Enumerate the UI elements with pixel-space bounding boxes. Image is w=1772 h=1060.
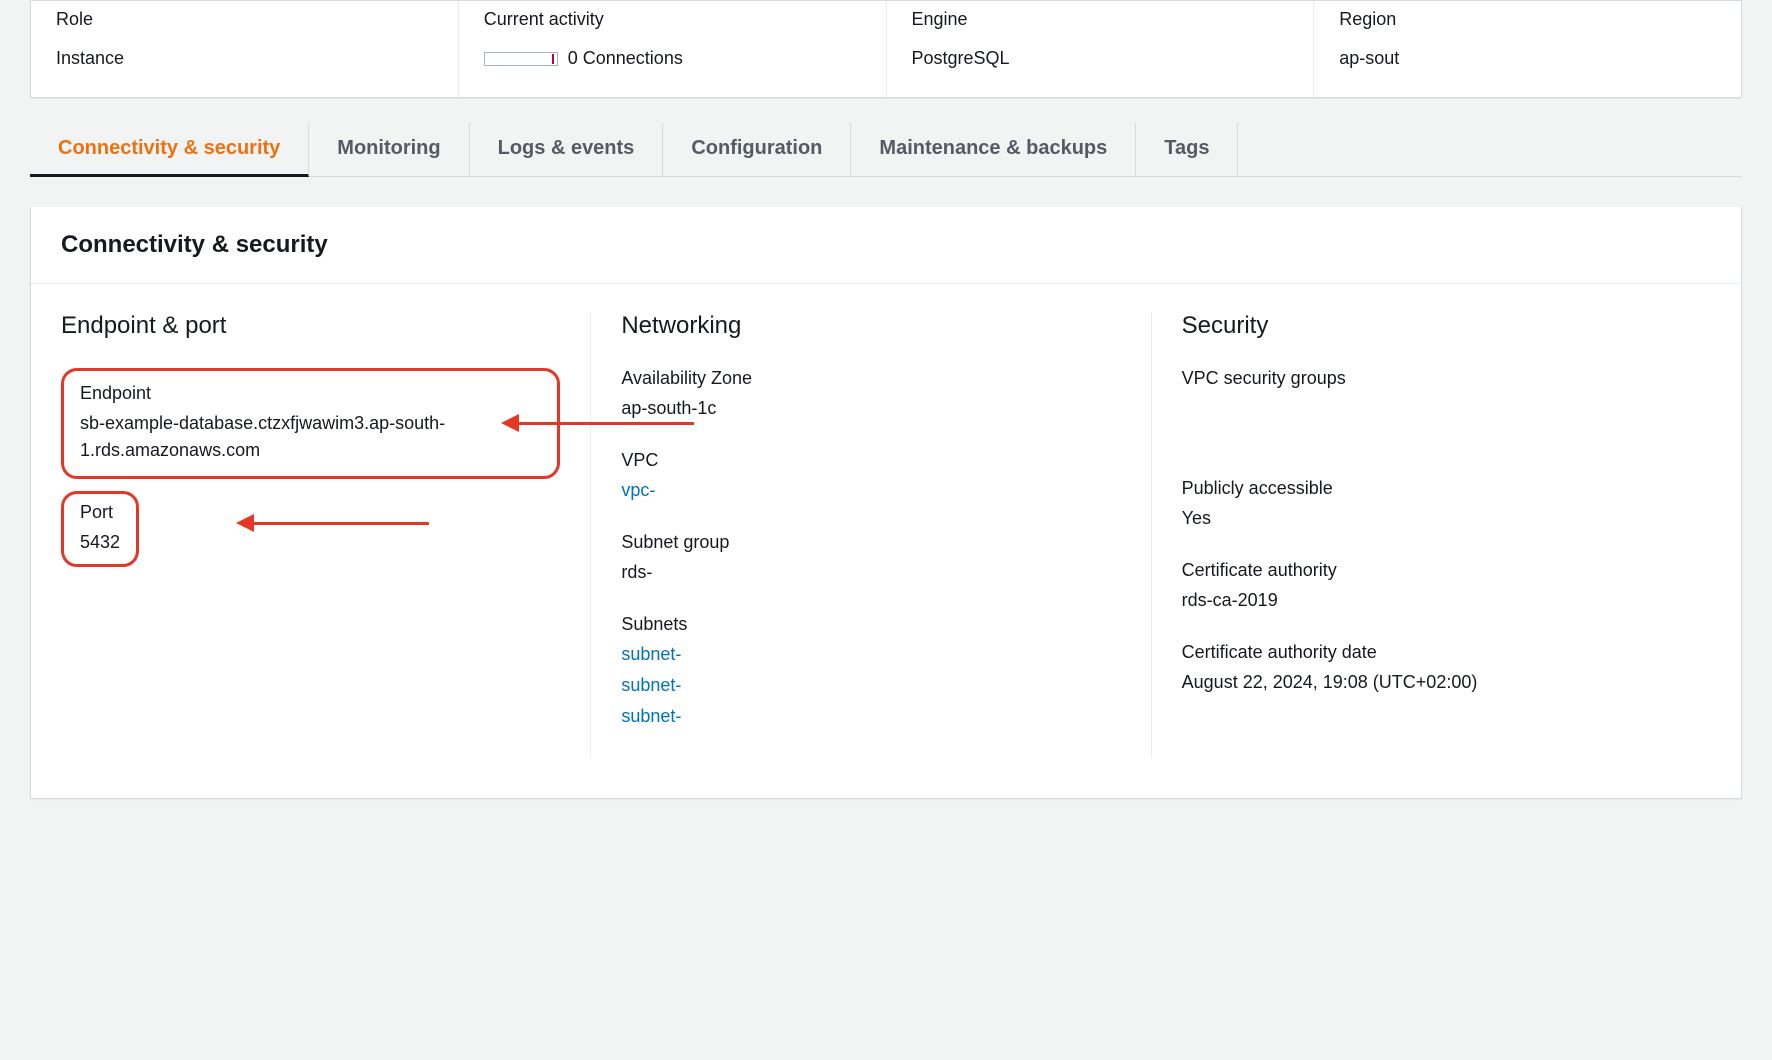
- subnets-list: subnet- subnet- subnet-: [621, 641, 1120, 730]
- public-value: Yes: [1182, 505, 1681, 532]
- endpoint-highlight: Endpoint sb-example-database.ctzxfjwawim…: [61, 368, 560, 479]
- vpc-value: vpc-: [621, 477, 1120, 504]
- activity-text: 0 Connections: [568, 48, 683, 69]
- endpoint-value: sb-example-database.ctzxfjwawim3.ap-sout…: [80, 410, 541, 464]
- networking-title: Networking: [621, 312, 1120, 340]
- az-value: ap-south-1c: [621, 395, 1120, 422]
- activity-label: Current activity: [484, 9, 861, 30]
- subnet-link[interactable]: subnet-: [621, 641, 1120, 668]
- security-section: Security VPC security groups Publicly ac…: [1152, 312, 1711, 758]
- vpc-link[interactable]: vpc-: [621, 480, 655, 500]
- endpoint-port-title: Endpoint & port: [61, 312, 560, 340]
- vpc-label: VPC: [621, 450, 1120, 471]
- summary-region-col: Region ap-sout: [1314, 1, 1741, 97]
- engine-value: PostgreSQL: [912, 48, 1289, 69]
- ca-date-label: Certificate authority date: [1182, 642, 1681, 663]
- ca-value: rds-ca-2019: [1182, 587, 1681, 614]
- tab-configuration[interactable]: Configuration: [663, 123, 851, 176]
- tabs: Connectivity & security Monitoring Logs …: [30, 123, 1742, 177]
- role-value: Instance: [56, 48, 433, 69]
- arrow-head-icon: [501, 414, 519, 432]
- vpc-sg-label: VPC security groups: [1182, 368, 1681, 389]
- region-value: ap-sout: [1339, 48, 1716, 69]
- subnet-group-value: rds-: [621, 559, 1120, 586]
- connections-bar-icon: [484, 52, 558, 66]
- tab-connectivity-security[interactable]: Connectivity & security: [30, 123, 309, 177]
- tab-maintenance-backups[interactable]: Maintenance & backups: [851, 123, 1136, 176]
- networking-section: Networking Availability Zone ap-south-1c…: [591, 312, 1151, 758]
- arrow-head-icon: [236, 514, 254, 532]
- activity-value: 0 Connections: [484, 48, 861, 69]
- connectivity-panel: Connectivity & security Endpoint & port …: [30, 207, 1742, 799]
- subnet-link[interactable]: subnet-: [621, 703, 1120, 730]
- tab-monitoring[interactable]: Monitoring: [309, 123, 469, 176]
- summary-role-col: Role Instance: [31, 1, 459, 97]
- annotation-arrow-port: [236, 514, 429, 532]
- ca-label: Certificate authority: [1182, 560, 1681, 581]
- summary-card: Role Instance Current activity 0 Connect…: [30, 0, 1742, 98]
- subnets-label: Subnets: [621, 614, 1120, 635]
- region-label: Region: [1339, 9, 1716, 30]
- endpoint-port-section: Endpoint & port Endpoint sb-example-data…: [61, 312, 591, 758]
- public-label: Publicly accessible: [1182, 478, 1681, 499]
- tab-tags[interactable]: Tags: [1136, 123, 1238, 176]
- arrow-line-icon: [254, 522, 429, 525]
- ca-date-value: August 22, 2024, 19:08 (UTC+02:00): [1182, 669, 1681, 696]
- tab-logs-events[interactable]: Logs & events: [470, 123, 664, 176]
- panel-header: Connectivity & security: [31, 207, 1741, 284]
- vpc-sg-value: [1182, 395, 1681, 422]
- engine-label: Engine: [912, 9, 1289, 30]
- security-title: Security: [1182, 312, 1681, 340]
- summary-activity-col: Current activity 0 Connections: [459, 1, 887, 97]
- spacer: [1182, 450, 1681, 478]
- az-label: Availability Zone: [621, 368, 1120, 389]
- endpoint-label: Endpoint: [80, 383, 541, 404]
- panel-body: Endpoint & port Endpoint sb-example-data…: [31, 284, 1741, 798]
- subnet-link[interactable]: subnet-: [621, 672, 1120, 699]
- role-label: Role: [56, 9, 433, 30]
- port-label: Port: [80, 502, 120, 523]
- subnet-group-label: Subnet group: [621, 532, 1120, 553]
- summary-engine-col: Engine PostgreSQL: [887, 1, 1315, 97]
- port-highlight: Port 5432: [61, 491, 139, 567]
- port-value: 5432: [80, 529, 120, 556]
- panel-title: Connectivity & security: [61, 231, 1711, 259]
